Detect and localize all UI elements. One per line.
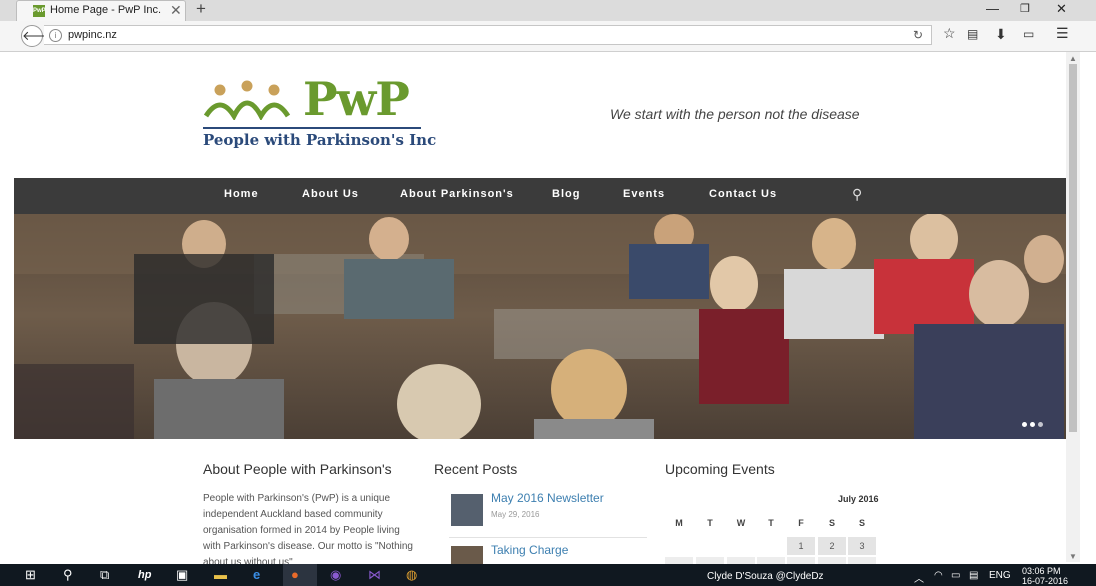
address-bar[interactable]: i pwpinc.nz ↻ (44, 25, 932, 45)
tab-title: Home Page - PwP Inc. (50, 4, 162, 16)
about-text: People with Parkinson's (PwP) is a uniqu… (203, 493, 413, 568)
wifi-icon[interactable]: ◠ (934, 570, 943, 581)
slider-dot-3[interactable] (1038, 422, 1043, 427)
notifications-icon[interactable]: ▤ (969, 570, 978, 581)
day-header: S (858, 518, 865, 528)
site-logo-text[interactable]: PwP (303, 72, 410, 126)
scroll-down-icon[interactable]: ▼ (1069, 552, 1077, 561)
browser-tab-strip: PwP Home Page - PwP Inc. ✕ + — ❐ ✕ (0, 0, 1096, 21)
chrome-icon[interactable]: ◍ (406, 567, 417, 583)
pocket-icon[interactable]: ▭ (1023, 27, 1034, 41)
recent-posts-heading: Recent Posts (434, 461, 518, 477)
app-icon[interactable]: ◉ (330, 567, 341, 583)
reading-list-icon[interactable]: ▤ (967, 27, 978, 41)
page-scrollbar[interactable]: ▲ ▼ (1066, 52, 1080, 562)
nav-events[interactable]: Events (623, 188, 665, 200)
taskbar-user-label: Clyde D'Souza @ClydeDz (707, 571, 824, 582)
tray-chevron-icon[interactable]: ︿ (914, 570, 924, 585)
clock-date: 16-07-2016 (1022, 576, 1069, 586)
nav-about-us[interactable]: About Us (302, 188, 359, 200)
scroll-up-icon[interactable]: ▲ (1069, 54, 1077, 63)
nav-about-parkinsons[interactable]: About Parkinson's (400, 188, 514, 200)
close-tab-icon[interactable]: ✕ (170, 2, 182, 19)
nav-contact-us[interactable]: Contact Us (709, 188, 777, 200)
calendar-day[interactable]: 2 (818, 537, 846, 555)
firefox-icon[interactable]: ● (291, 567, 299, 583)
store-icon[interactable]: ▣ (176, 567, 188, 583)
about-heading: About People with Parkinson's (203, 461, 392, 477)
search-icon[interactable]: ⚲ (852, 186, 862, 203)
day-header: W (736, 518, 746, 528)
logo-divider (203, 127, 421, 129)
edge-browser-icon[interactable]: e (253, 567, 260, 583)
site-tagline: We start with the person not the disease (610, 106, 860, 122)
slider-dot-2[interactable] (1030, 422, 1035, 427)
nav-home[interactable]: Home (224, 188, 259, 200)
day-header: F (798, 518, 804, 528)
pwp-favicon-icon: PwP (33, 5, 46, 17)
download-icon[interactable]: ⬇ (995, 26, 1007, 43)
tab-home-page[interactable]: PwP Home Page - PwP Inc. ✕ (16, 0, 186, 21)
post-thumbnail[interactable] (451, 494, 483, 526)
day-header: S (828, 518, 835, 528)
file-explorer-icon[interactable]: ▬ (214, 567, 227, 583)
post-title-taking-charge[interactable]: Taking Charge (491, 543, 568, 557)
slider-dot-1[interactable] (1022, 422, 1027, 427)
hero-slider-image[interactable] (14, 214, 1066, 439)
post-divider (449, 537, 647, 538)
post-date: May 29, 2016 (491, 510, 540, 519)
calendar-month: July 2016 (838, 494, 879, 504)
nav-blog[interactable]: Blog (552, 188, 580, 200)
upcoming-events-heading: Upcoming Events (665, 461, 775, 477)
taskbar-clock[interactable]: 03:06 PM 16-07-2016 (1022, 566, 1068, 586)
new-tab-button[interactable]: + (196, 0, 206, 19)
windows-start-icon[interactable]: ⊞ (25, 567, 36, 583)
visual-studio-icon[interactable]: ⋈ (368, 567, 381, 583)
post-title-may-newsletter[interactable]: May 2016 Newsletter (491, 491, 604, 505)
day-header: M (675, 518, 683, 528)
hp-icon[interactable]: hp (138, 567, 151, 583)
task-view-icon[interactable]: ⧉ (100, 567, 109, 583)
windows-taskbar: ⊞ ⚲ ⧉ hp ▣ ▬ e ● ◉ ⋈ ◍ Clyde D'Souza @Cl… (0, 564, 1096, 586)
group-photo (14, 214, 1066, 439)
site-logo-subtitle: People with Parkinson's Inc (203, 131, 437, 149)
day-header: T (768, 518, 774, 528)
calendar-day[interactable]: 3 (848, 537, 876, 555)
reload-icon[interactable]: ↻ (913, 28, 923, 42)
site-info-icon[interactable]: i (49, 29, 62, 42)
browser-toolbar: 🡐 i pwpinc.nz ↻ (0, 21, 1096, 52)
language-indicator[interactable]: ENG (989, 570, 1011, 581)
close-window-icon[interactable]: ✕ (1056, 1, 1067, 17)
restore-icon[interactable]: ❐ (1020, 2, 1030, 15)
people-logo-icon (203, 80, 291, 120)
menu-icon[interactable]: ☰ (1056, 25, 1069, 42)
calendar-day[interactable]: 1 (787, 537, 815, 555)
search-icon[interactable]: ⚲ (63, 567, 73, 583)
battery-icon[interactable]: ▭ (951, 570, 960, 581)
day-header: T (707, 518, 713, 528)
main-navigation: Home About Us About Parkinson's Blog Eve… (14, 178, 1066, 214)
minimize-icon[interactable]: — (986, 1, 999, 16)
clock-time: 03:06 PM (1022, 566, 1061, 576)
back-button[interactable]: 🡐 (21, 25, 57, 47)
bookmark-star-icon[interactable]: ☆ (943, 25, 956, 42)
url-text: pwpinc.nz (68, 29, 117, 41)
scrollbar-thumb[interactable] (1069, 64, 1077, 432)
active-app-highlight (283, 564, 317, 586)
